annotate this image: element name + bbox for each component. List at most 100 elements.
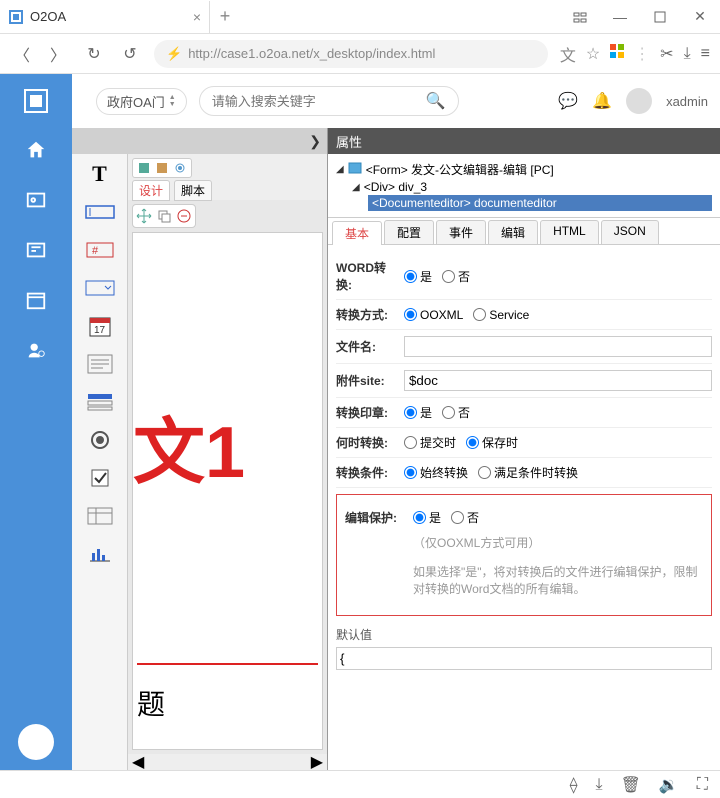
nav-home[interactable]	[22, 136, 50, 164]
nav-avatar[interactable]	[18, 724, 54, 760]
protect-yes[interactable]: 是	[413, 509, 441, 526]
avatar[interactable]	[626, 88, 652, 114]
tool-checkbox[interactable]	[82, 464, 118, 492]
protect-hint: 如果选择"是"，将对转换后的文件进行编辑保护，限制对转换的Word文档的所有编辑…	[413, 559, 703, 601]
status-volume-icon[interactable]: 🔉	[659, 775, 679, 795]
close-button[interactable]: ✕	[680, 0, 720, 34]
tool-list[interactable]	[82, 388, 118, 416]
mode-service[interactable]: Service	[473, 308, 529, 322]
attach-site-input[interactable]	[404, 370, 712, 391]
tree-div[interactable]: ◢ <Div> div_3	[352, 179, 712, 195]
field-convert-mode: 转换方式: OOXML Service	[336, 300, 712, 330]
tab-event[interactable]: 事件	[436, 220, 486, 244]
back-button[interactable]: 〈	[10, 42, 34, 66]
cond-always[interactable]: 始终转换	[404, 464, 468, 481]
tree-root[interactable]: ◢ <Form> 发文-公文编辑器-编辑 [PC]	[336, 160, 712, 179]
tool-select[interactable]	[82, 274, 118, 302]
tool-chart[interactable]	[82, 540, 118, 568]
url-input[interactable]: ⚡ http://case1.o2oa.net/x_desktop/index.…	[154, 40, 548, 68]
stamp-yes[interactable]: 是	[404, 404, 432, 421]
portal-selector[interactable]: 政府OA门 ▲▼	[96, 88, 187, 115]
search-input[interactable]	[212, 94, 426, 109]
canvas-action-bar	[132, 204, 196, 228]
default-value-input[interactable]	[336, 647, 712, 670]
tab-script[interactable]: 脚本	[174, 180, 212, 201]
tool-text[interactable]: T	[82, 160, 118, 188]
status-download-icon[interactable]: ⤓	[595, 776, 602, 794]
tab-basic[interactable]: 基本	[332, 221, 382, 245]
tool-textarea[interactable]	[82, 350, 118, 378]
field-word-convert: WORD转换: 是 否	[336, 253, 712, 300]
window-drag-icon[interactable]	[560, 0, 600, 34]
status-rocket-icon[interactable]: ⟠	[570, 775, 578, 795]
nav-contacts[interactable]	[22, 186, 50, 214]
tree-documenteditor[interactable]: <Documenteditor> documenteditor	[368, 195, 712, 211]
app-logo[interactable]	[0, 74, 72, 128]
new-tab-button[interactable]: +	[210, 6, 240, 27]
tab-html[interactable]: HTML	[540, 220, 599, 244]
cond-when[interactable]: 满足条件时转换	[478, 464, 578, 481]
tool-radio[interactable]	[82, 426, 118, 454]
browser-urlbar: 〈 〉 ↻ ↺ ⚡ http://case1.o2oa.net/x_deskto…	[0, 34, 720, 74]
tool-number[interactable]: #	[82, 236, 118, 264]
when-submit[interactable]: 提交时	[404, 434, 456, 451]
nav-news[interactable]	[22, 236, 50, 264]
browser-tab[interactable]: O2OA ×	[0, 1, 210, 33]
close-icon[interactable]: ×	[193, 9, 201, 25]
tab-design[interactable]: 设计	[132, 180, 170, 201]
mode-ooxml[interactable]: OOXML	[404, 308, 463, 322]
stamp-no[interactable]: 否	[442, 404, 470, 421]
center-collapse-bar[interactable]: ❯	[72, 128, 327, 154]
view-icon-2[interactable]	[155, 161, 169, 175]
tool-table[interactable]	[82, 502, 118, 530]
move-icon[interactable]	[136, 208, 152, 224]
tool-input[interactable]	[82, 198, 118, 226]
tab-title: O2OA	[30, 9, 193, 24]
nav-settings[interactable]	[22, 336, 50, 364]
maximize-button[interactable]	[640, 0, 680, 34]
form-canvas[interactable]: 文1 题	[132, 232, 323, 750]
favorite-icon[interactable]: ☆	[586, 44, 600, 64]
bell-icon[interactable]: 🔔	[592, 91, 612, 111]
minimize-button[interactable]: —	[600, 0, 640, 34]
view-icon-3[interactable]	[173, 161, 187, 175]
status-trash-icon[interactable]: 🗑	[621, 775, 641, 795]
scroll-left-icon[interactable]: ◀	[132, 752, 144, 772]
scissors-icon[interactable]: ✂	[660, 44, 673, 64]
chat-icon[interactable]: 💬	[558, 91, 578, 111]
menu-icon[interactable]: ≡	[701, 45, 710, 63]
browser-titlebar: O2OA × + — ✕	[0, 0, 720, 34]
view-mode-icons	[132, 158, 192, 178]
reload-button[interactable]: ↻	[82, 42, 106, 66]
default-label: 默认值	[336, 622, 712, 647]
when-save[interactable]: 保存时	[466, 434, 518, 451]
view-icon-1[interactable]	[137, 161, 151, 175]
canvas-area: 设计 脚本 文1 题 ◀ ▶	[128, 154, 327, 770]
status-expand-icon[interactable]: ⛶	[697, 776, 708, 794]
canvas-title-text: 题	[137, 683, 165, 723]
filename-input[interactable]	[404, 336, 712, 357]
undo-button[interactable]: ↺	[118, 42, 142, 66]
divider: ⋮	[634, 44, 650, 64]
chevron-updown-icon: ▲▼	[169, 94, 176, 108]
download-icon[interactable]: ⤓	[684, 45, 691, 63]
tool-date[interactable]: 17	[82, 312, 118, 340]
search-icon[interactable]: 🔍	[426, 91, 446, 111]
protect-note: （仅OOXML方式可用）	[413, 530, 540, 555]
word-convert-no[interactable]: 否	[442, 268, 470, 285]
triangle-icon: ◢	[352, 182, 360, 193]
forward-button[interactable]: 〉	[46, 42, 70, 66]
canvas-scrollbar[interactable]: ◀ ▶	[128, 754, 327, 770]
tab-edit[interactable]: 编辑	[488, 220, 538, 244]
word-convert-yes[interactable]: 是	[404, 268, 432, 285]
tab-json[interactable]: JSON	[601, 220, 659, 244]
protect-no[interactable]: 否	[451, 509, 479, 526]
copy-icon[interactable]	[156, 208, 172, 224]
scroll-right-icon[interactable]: ▶	[311, 752, 323, 772]
translate-icon[interactable]: 文	[560, 42, 576, 66]
tab-config[interactable]: 配置	[384, 220, 434, 244]
nav-calendar[interactable]	[22, 286, 50, 314]
microsoft-icon[interactable]	[610, 44, 624, 63]
search-box[interactable]: 🔍	[199, 86, 459, 116]
delete-icon[interactable]	[176, 208, 192, 224]
